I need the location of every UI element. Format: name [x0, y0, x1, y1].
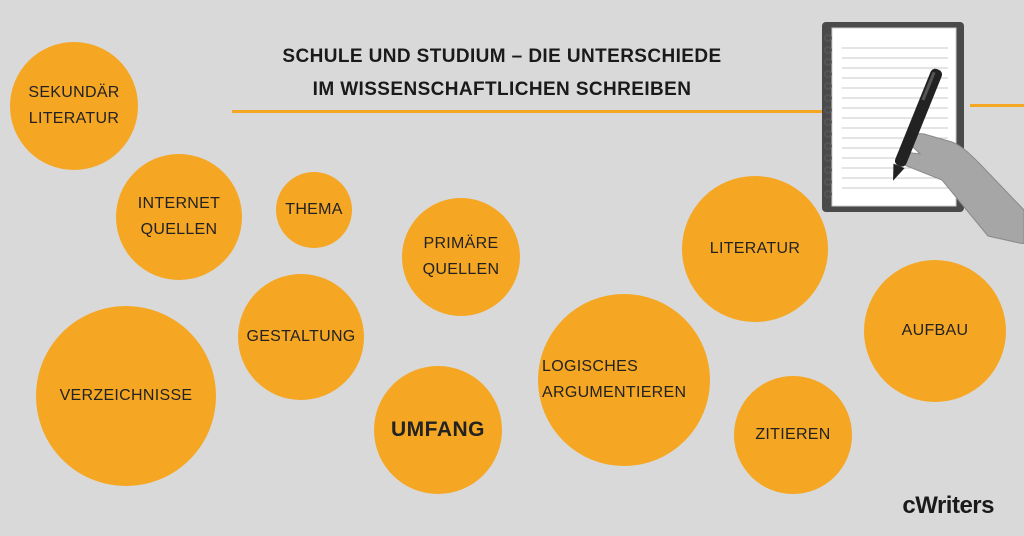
bubble-label-line: UMFANG: [391, 418, 485, 441]
title-underline: [232, 110, 822, 113]
bubble-internet-quellen: INTERNET QUELLEN: [116, 154, 242, 280]
bubble-zitieren: ZITIEREN: [734, 376, 852, 494]
bubble-thema: THEMA: [276, 172, 352, 248]
bubble-primaere-quellen: PRIMÄRE QUELLEN: [402, 198, 520, 316]
bubble-sekundaer-literatur: SEKUNDÄR LITERATUR: [10, 42, 138, 170]
page-title: SCHULE UND STUDIUM – DIE UNTERSCHIEDE IM…: [222, 40, 782, 106]
bubble-umfang: UMFANG: [374, 366, 502, 494]
title-line-2: IM WISSENSCHAFTLICHEN SCHREIBEN: [312, 79, 692, 100]
bubble-logisches-argumentieren: LOGISCHES ARGUMENTIEREN: [538, 294, 710, 466]
bubble-label-line: AUFBAU: [901, 322, 969, 339]
bubble-label-line: ZITIEREN: [755, 426, 831, 443]
brand-logo: cWriters: [902, 492, 994, 519]
bubble-aufbau: AUFBAU: [864, 260, 1006, 402]
bubble-label-line: VERZEICHNISSE: [59, 387, 193, 404]
bubble-literatur: LITERATUR: [682, 176, 828, 322]
bubble-label-line: ARGUMENTIEREN: [542, 384, 687, 401]
notepad-with-pen-hand-icon: [822, 22, 1024, 244]
bubble-label-line: QUELLEN: [422, 261, 500, 278]
bubble-label-line: GESTALTUNG: [246, 328, 356, 345]
bubble-gestaltung: GESTALTUNG: [238, 274, 364, 400]
bubble-label-line: THEMA: [285, 201, 343, 218]
bubble-label-line: PRIMÄRE: [423, 235, 499, 252]
bubble-label-line: INTERNET: [137, 195, 221, 212]
bubble-label-line: LOGISCHES: [542, 358, 639, 375]
title-line-1: SCHULE UND STUDIUM – DIE UNTERSCHIEDE: [282, 46, 722, 67]
bubble-label-line: SEKUNDÄR: [28, 84, 120, 101]
bubble-label-line: QUELLEN: [140, 221, 218, 238]
bubble-verzeichnisse: VERZEICHNISSE: [36, 306, 216, 486]
bubble-label-line: LITERATUR: [28, 110, 120, 127]
bubble-label-line: LITERATUR: [709, 240, 801, 257]
